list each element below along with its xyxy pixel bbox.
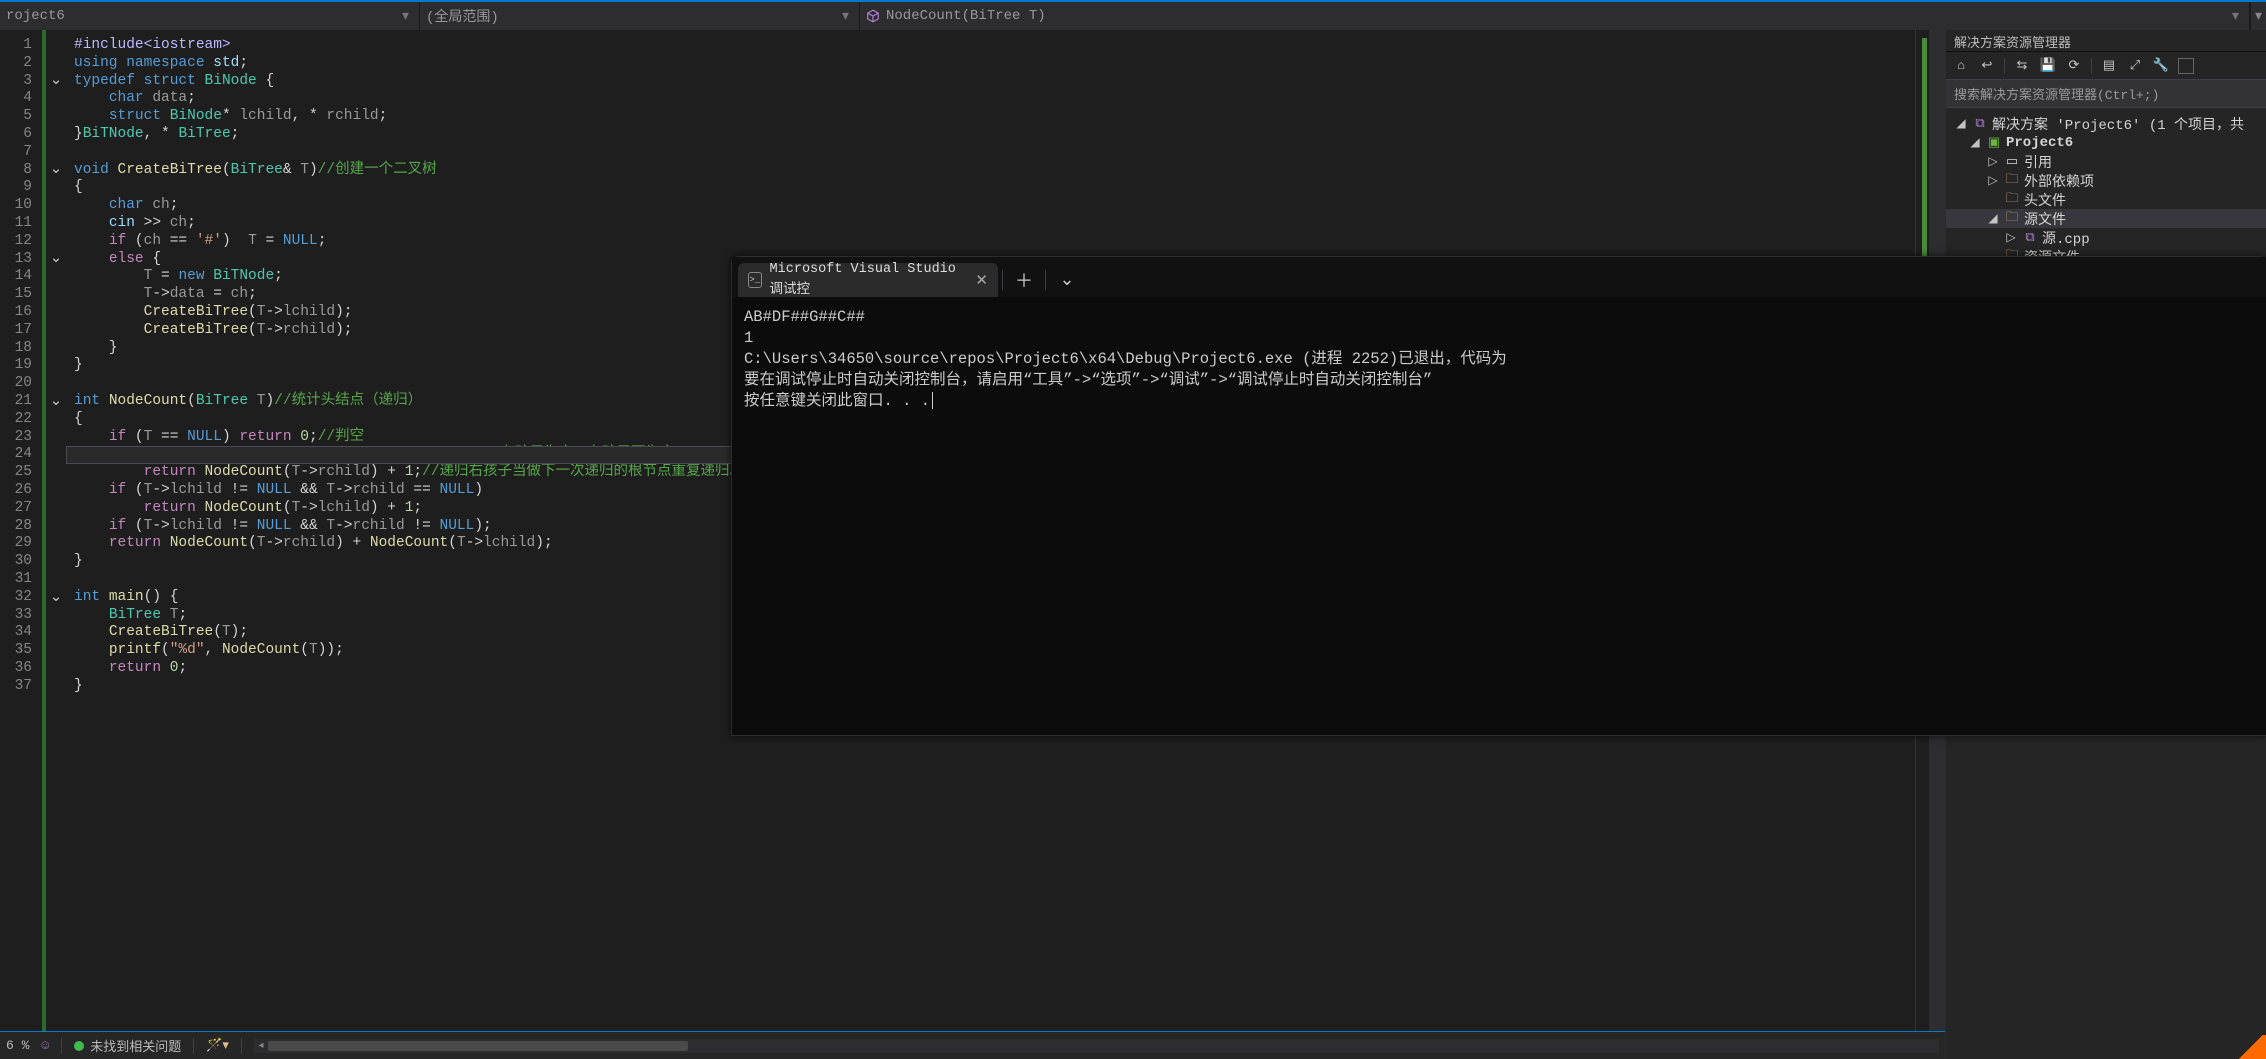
refresh-icon[interactable]: ⟳ <box>2065 57 2083 75</box>
properties-icon[interactable]: 🔧 <box>2152 57 2170 75</box>
ime-indicator-icon[interactable] <box>2236 1035 2266 1059</box>
solution-explorer-title: 解决方案资源管理器 <box>1946 30 2266 52</box>
save-all-icon[interactable]: 💾 <box>2039 57 2057 75</box>
scope-function[interactable]: NodeCount(BiTree T) ▾ <box>860 2 2250 30</box>
fold-gutter[interactable] <box>46 30 66 1031</box>
close-icon[interactable]: ✕ <box>975 271 988 290</box>
show-all-icon[interactable]: ▤ <box>2100 57 2118 75</box>
tree-source-file[interactable]: ▷⧉源.cpp <box>1946 228 2266 247</box>
scope-global[interactable]: (全局范围) ▾ <box>420 2 860 30</box>
scope-project[interactable]: roject6 ▾ <box>0 2 420 30</box>
scope-function-label: NodeCount(BiTree T) <box>886 8 1046 24</box>
line-number-gutter: 1234567891011121314151617181920212223242… <box>0 30 46 1031</box>
console-tab[interactable]: >_ Microsoft Visual Studio 调试控 ✕ <box>738 263 998 297</box>
home-icon[interactable]: ⌂ <box>1952 57 1970 75</box>
tree-refs[interactable]: ▷▭引用 <box>1946 152 2266 171</box>
terminal-icon: >_ <box>748 272 762 288</box>
scope-bar: roject6 ▾ (全局范围) ▾ NodeCount(BiTree T) ▾… <box>0 0 2266 30</box>
tree-sources[interactable]: ◢🗀源文件 <box>1946 209 2266 228</box>
screwdriver-icon[interactable]: 🪄▾ <box>206 1038 229 1053</box>
solution-search-input[interactable]: 搜索解决方案资源管理器(Ctrl+;) <box>1946 80 2266 108</box>
chevron-down-icon: ▾ <box>2232 8 2239 25</box>
tree-headers[interactable]: 🗀头文件 <box>1946 190 2266 209</box>
back-icon[interactable]: ↩ <box>1978 57 1996 75</box>
feedback-icon[interactable]: ☺ <box>41 1038 49 1053</box>
console-output: AB#DF##G##C## 1 C:\Users\34650\source\re… <box>732 297 2266 735</box>
chevron-down-icon: ▾ <box>402 8 409 25</box>
tree-solution[interactable]: ◢⧉解决方案 'Project6' (1 个项目，共 <box>1946 114 2266 133</box>
status-bar: 6 % ☺ 未找到相关问题 🪄▾ ◂ <box>0 1031 1945 1059</box>
console-tabstrip: >_ Microsoft Visual Studio 调试控 ✕ ＋ ⌄ <box>732 257 2266 297</box>
preview-icon[interactable] <box>2178 58 2194 74</box>
sync-icon[interactable]: ⇆ <box>2013 57 2031 75</box>
split-down-icon[interactable]: ▾ <box>2250 2 2266 30</box>
tree-project[interactable]: ◢▣Project6 <box>1946 133 2266 152</box>
solution-explorer-toolbar: ⌂ ↩ ⇆ 💾 ⟳ ▤ ⤢ 🔧 <box>1946 52 2266 80</box>
new-tab-button[interactable]: ＋ <box>1007 263 1041 297</box>
chevron-down-icon: ▾ <box>842 8 849 25</box>
tree-ext-deps[interactable]: ▷🗀外部依赖项 <box>1946 171 2266 190</box>
horizontal-scrollbar[interactable]: ◂ <box>254 1039 1939 1053</box>
console-tab-title: Microsoft Visual Studio 调试控 <box>770 262 964 298</box>
status-issues[interactable]: 未找到相关问题 <box>74 1036 181 1055</box>
tab-menu-button[interactable]: ⌄ <box>1050 263 1084 297</box>
scope-global-label: (全局范围) <box>426 6 499 26</box>
collapse-icon[interactable]: ⤢ <box>2126 57 2144 75</box>
scope-project-label: roject6 <box>6 8 65 24</box>
status-progress: 6 % <box>6 1038 29 1053</box>
debug-console-window[interactable]: >_ Microsoft Visual Studio 调试控 ✕ ＋ ⌄ AB#… <box>731 256 2266 736</box>
method-icon <box>866 9 880 23</box>
